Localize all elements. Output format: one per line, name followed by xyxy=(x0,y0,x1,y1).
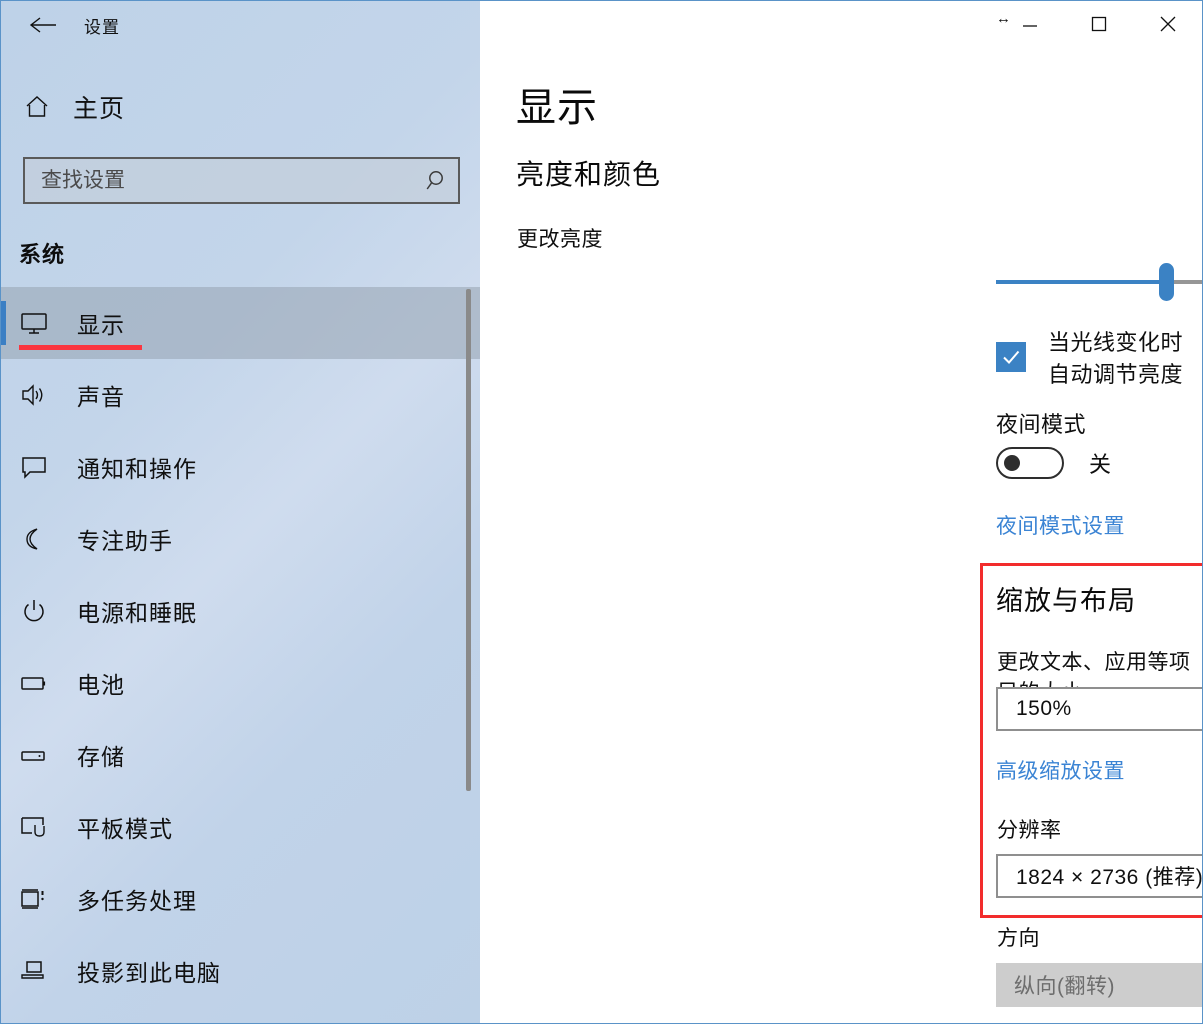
settings-window: 设置 主页 系统 xyxy=(0,0,1203,1024)
sidebar-item-display[interactable]: 显示 xyxy=(1,287,480,359)
minimize-button[interactable] xyxy=(995,1,1064,47)
sidebar-item-multitasking[interactable]: 多任务处理 xyxy=(1,863,480,935)
sidebar-nav-list: 显示 声音 通知和操作 专注助手 电源和睡眠 电池 存储 平板模式 多任务处理 … xyxy=(1,287,480,1023)
back-arrow-icon xyxy=(29,17,56,33)
page-title: 显示 xyxy=(516,86,598,130)
storage-icon xyxy=(17,738,51,772)
titlebar-left: 设置 xyxy=(1,1,480,49)
window-controls xyxy=(995,1,1202,47)
slider-thumb[interactable] xyxy=(1159,263,1174,301)
night-light-label: 夜间模式 xyxy=(996,412,1087,437)
sidebar-item-label: 投影到此电脑 xyxy=(77,960,221,986)
sidebar-item-label: 存储 xyxy=(77,744,125,770)
sidebar-item-label: 通知和操作 xyxy=(77,456,197,482)
close-button[interactable] xyxy=(1133,1,1202,47)
resolution-label: 分辨率 xyxy=(997,819,1062,842)
advanced-scaling-link[interactable]: 高级缩放设置 xyxy=(996,755,1125,785)
night-light-toggle-state: 关 xyxy=(1089,452,1112,477)
orientation-label: 方向 xyxy=(997,927,1040,950)
sidebar: 设置 主页 系统 xyxy=(1,1,480,1023)
maximize-button[interactable] xyxy=(1064,1,1133,47)
brightness-section-heading: 亮度和颜色 xyxy=(516,159,662,190)
auto-brightness-checkbox-row[interactable]: 当光线变化时自动调节亮度 xyxy=(996,325,1202,389)
sidebar-item-battery[interactable]: 电池 xyxy=(1,647,480,719)
sidebar-item-label: 声音 xyxy=(77,384,125,410)
multitask-icon xyxy=(17,882,51,916)
monitor-icon xyxy=(17,306,51,340)
resolution-dropdown-value: 1824 × 2736 (推荐) xyxy=(1016,866,1202,889)
brightness-slider-label: 更改亮度 xyxy=(517,228,603,251)
sidebar-home-label: 主页 xyxy=(73,95,126,123)
sidebar-item-label: 专注助手 xyxy=(77,528,173,554)
tablet-icon xyxy=(17,810,51,844)
night-light-toggle[interactable] xyxy=(996,447,1064,479)
power-icon xyxy=(17,594,51,628)
search-input[interactable] xyxy=(25,168,414,193)
project-icon xyxy=(17,954,51,988)
sidebar-item-label: 电源和睡眠 xyxy=(77,600,197,626)
sidebar-item-focus-assist[interactable]: 专注助手 xyxy=(1,503,480,575)
search-icon xyxy=(414,168,458,194)
sidebar-item-sound[interactable]: 声音 xyxy=(1,359,480,431)
sidebar-item-notifications[interactable]: 通知和操作 xyxy=(1,431,480,503)
scale-dropdown-value: 150% xyxy=(1016,697,1072,720)
sidebar-scrollbar-thumb[interactable] xyxy=(466,289,471,791)
main-content: ↔ 显示 亮度和颜色 更改亮度 当光线变化时自动调节亮度 夜间模式 关 夜间模式… xyxy=(480,1,1202,1023)
sidebar-home[interactable]: 主页 xyxy=(23,89,125,125)
sidebar-item-label: 平板模式 xyxy=(77,816,173,842)
home-icon xyxy=(23,93,51,121)
sidebar-item-project-to-pc[interactable]: 投影到此电脑 xyxy=(1,935,480,1007)
search-box[interactable] xyxy=(23,157,460,204)
annotation-underline xyxy=(19,345,142,350)
night-light-toggle-row: 关 xyxy=(996,447,1111,479)
resolution-dropdown[interactable]: 1824 × 2736 (推荐) xyxy=(996,854,1202,898)
auto-brightness-label: 当光线变化时自动调节亮度 xyxy=(1048,330,1184,387)
back-button[interactable] xyxy=(20,9,66,41)
checkbox-checked-icon[interactable] xyxy=(996,342,1026,372)
sidebar-item-storage[interactable]: 存储 xyxy=(1,719,480,791)
scale-layout-heading: 缩放与布局 xyxy=(996,586,1136,616)
brightness-slider[interactable] xyxy=(996,263,1202,301)
notification-icon xyxy=(17,450,51,484)
app-title: 设置 xyxy=(84,17,120,37)
orientation-dropdown-value: 纵向(翻转) xyxy=(1014,975,1115,998)
moon-icon xyxy=(17,522,51,556)
sidebar-item-power-sleep[interactable]: 电源和睡眠 xyxy=(1,575,480,647)
speaker-icon xyxy=(17,378,51,412)
toggle-knob xyxy=(1004,455,1020,471)
battery-icon xyxy=(17,666,51,700)
night-light-settings-link[interactable]: 夜间模式设置 xyxy=(996,510,1125,540)
sidebar-item-label: 显示 xyxy=(77,312,125,338)
sidebar-item-tablet-mode[interactable]: 平板模式 xyxy=(1,791,480,863)
sidebar-item-label: 多任务处理 xyxy=(77,888,197,914)
orientation-dropdown: 纵向(翻转) xyxy=(996,963,1202,1007)
sidebar-section-title: 系统 xyxy=(19,242,66,267)
sidebar-item-label: 电池 xyxy=(77,672,125,698)
slider-fill xyxy=(996,280,1165,284)
scale-dropdown[interactable]: 150% xyxy=(996,687,1202,731)
